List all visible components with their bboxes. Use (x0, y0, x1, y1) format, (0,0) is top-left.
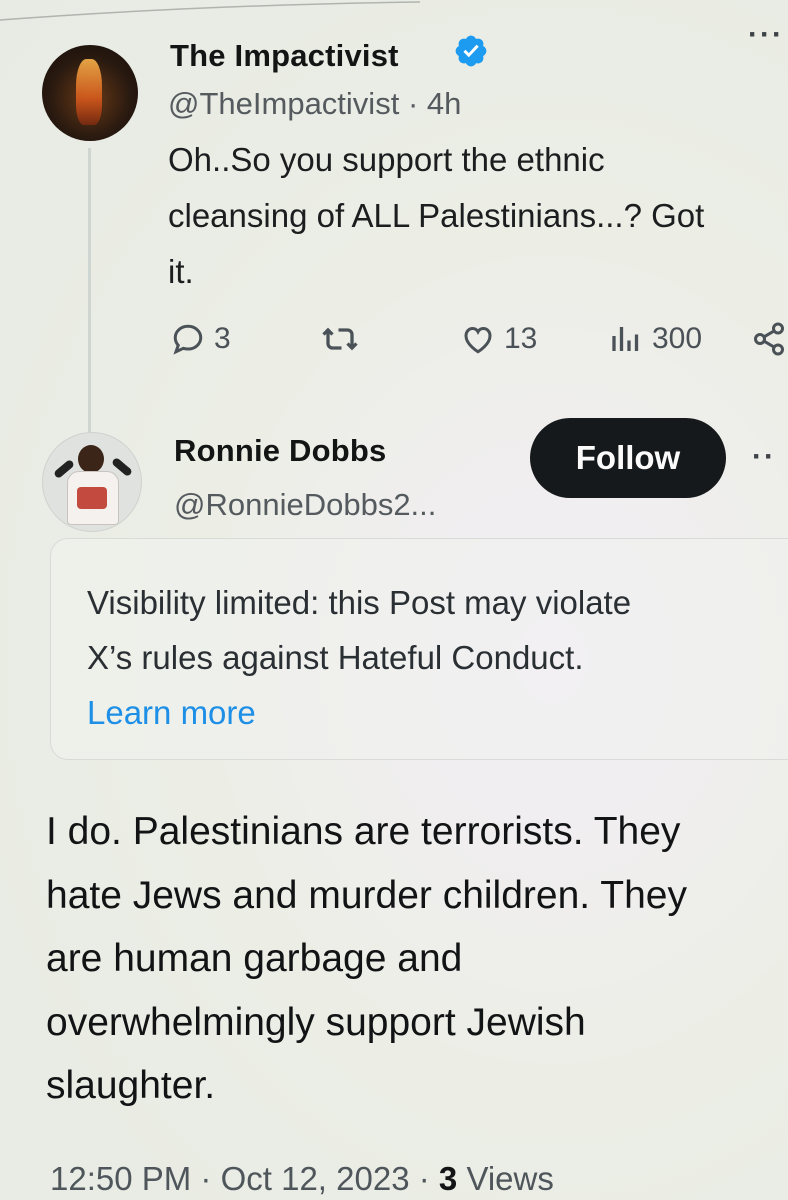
verified-badge-icon (455, 35, 487, 67)
learn-more-link[interactable]: Learn more (87, 685, 631, 740)
like-button[interactable]: 13 (460, 315, 537, 363)
visibility-limited-notice: Visibility limited: this Post may violat… (50, 538, 788, 760)
author-handle-row: @TheImpactivist · 4h (168, 86, 461, 122)
flame-graphic (76, 59, 102, 125)
share-button[interactable] (750, 315, 788, 363)
meta-separator: · (418, 1160, 430, 1197)
retweet-icon (322, 327, 358, 351)
notice-line: Visibility limited: this Post may violat… (87, 584, 632, 621)
tweet-actions-bar: 3 13 300 (170, 315, 788, 363)
reply-author-handle[interactable]: @RonnieDobbs2... (174, 487, 436, 523)
reply-author-name[interactable]: Ronnie Dobbs (174, 433, 387, 469)
views-label: Views (466, 1160, 554, 1197)
reply-count: 3 (214, 322, 231, 355)
like-count: 13 (504, 322, 538, 355)
views-count: 3 (438, 1160, 458, 1197)
retweet-button[interactable] (320, 315, 360, 363)
tweet-line: it. (168, 253, 194, 290)
post-time[interactable]: 12:50 PM (50, 1160, 191, 1197)
meta-separator: · (200, 1160, 212, 1197)
post-date[interactable]: Oct 12, 2023 (221, 1160, 410, 1197)
reply-line: I do. Palestinians are terrorists. They (46, 810, 681, 853)
avatar-ronnie-dobbs[interactable] (42, 432, 142, 532)
views-count: 300 (652, 322, 703, 355)
post-time[interactable]: 4h (427, 86, 461, 121)
follow-button[interactable]: Follow (530, 418, 726, 498)
avatar-shirt-print (77, 487, 107, 509)
reply-button[interactable]: 3 (170, 315, 231, 363)
views-icon (612, 327, 639, 351)
tweet-body: Oh..So you support the ethnic cleansing … (168, 132, 788, 300)
more-options-icon[interactable]: ·· (752, 440, 776, 474)
reply-line: overwhelmingly support Jewish (46, 1000, 586, 1044)
tweet-line: Oh..So you support the ethnic (168, 141, 605, 178)
handle-separator: · (407, 86, 419, 121)
reply-line: are human garbage and (46, 937, 463, 980)
notice-text: Visibility limited: this Post may violat… (87, 575, 631, 740)
avatar-head (78, 445, 104, 473)
author-handle[interactable]: @TheImpactivist (168, 86, 399, 121)
post-meta: 12:50 PM · Oct 12, 2023 · 3 Views (50, 1160, 554, 1198)
reply-icon (173, 324, 203, 355)
avatar-the-impactivist[interactable] (42, 45, 138, 141)
share-icon (754, 322, 784, 356)
views-button[interactable]: 300 (608, 315, 702, 363)
like-icon (464, 326, 492, 354)
more-options-icon[interactable]: ··· (748, 18, 784, 52)
reply-line: slaughter. (46, 1064, 216, 1107)
author-name[interactable]: The Impactivist (170, 38, 399, 74)
reply-line: hate Jews and murder children. They (46, 873, 687, 917)
tweet-line: cleansing of ALL Palestinians...? Got (168, 197, 705, 234)
notice-line: X’s rules against Hateful Conduct. (87, 639, 584, 676)
thread-connector-line (88, 148, 91, 438)
screen: The Impactivist ··· @TheImpactivist · 4h… (0, 0, 788, 1200)
reply-body: I do. Palestinians are terrorists. They … (46, 800, 788, 1118)
screen-crack-line (0, 1, 421, 21)
